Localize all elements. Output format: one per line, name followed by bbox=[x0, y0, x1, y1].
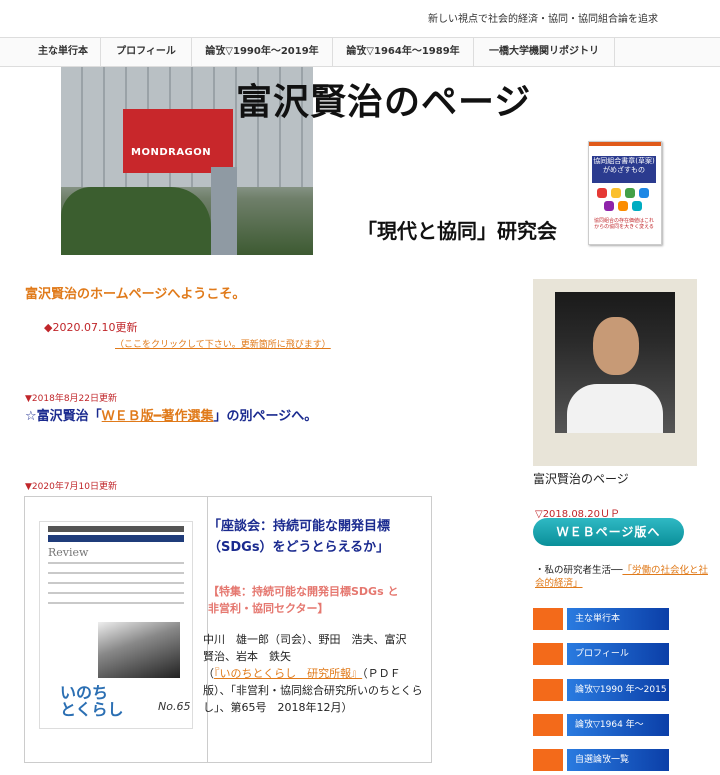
update-jump-link[interactable]: （ここをクリックして下さい。更新箇所に飛びます） bbox=[115, 337, 331, 350]
collected-works-suffix: 」の別ページへ。 bbox=[213, 409, 318, 424]
article-feature: 【特集：持続可能な開発目標SDGs と非営利・協同セクター】 bbox=[208, 585, 399, 615]
sidebar-link-profile[interactable]: プロフィール bbox=[533, 643, 669, 665]
author-caption: 富沢賢治のページ bbox=[533, 472, 629, 486]
book-cover-caption: 協同組合の存在価値はこれからの協同を大きく変える bbox=[592, 218, 656, 236]
collected-works-prefix: ☆富沢賢治「 bbox=[25, 409, 102, 424]
nav-profile[interactable]: プロフィール bbox=[101, 38, 192, 66]
top-nav: 主な単行本 プロフィール 論攷▽1990年～2019年 論攷▽1964年～198… bbox=[0, 37, 720, 67]
magazine-cover-photo bbox=[98, 622, 180, 678]
nav-repository[interactable]: 一橋大学機関リポジトリ bbox=[474, 38, 615, 66]
article-authors: 中川 雄一郎（司会）、野田 浩夫、富沢 賢治、岩本 鉄矢 bbox=[203, 633, 418, 663]
update-date: ◆2020.07.10更新 bbox=[44, 321, 138, 334]
site-title: 富沢賢治のページ bbox=[236, 82, 532, 123]
welcome-heading: 富沢賢治のホームページへようこそ。 bbox=[25, 287, 246, 302]
sidebar-note: ・私の研究者生活──「労働の社会化と社会的経済」 bbox=[535, 565, 708, 589]
magazine-cover-image[interactable]: Review いのち とくらし No.65 bbox=[39, 521, 193, 729]
nav-books[interactable]: 主な単行本 bbox=[26, 38, 101, 66]
book-cover-image: 協同組合書章(草案)がめざすもの 協同組合の存在価値はこれからの協同を大きく変え… bbox=[588, 141, 662, 245]
article-open-paren: （ bbox=[203, 667, 214, 680]
article-box: Review いのち とくらし No.65 「座談会：持続可能な開発目標 （SDGs… bbox=[24, 496, 432, 763]
header-banner: MONDRAGON 富沢賢治のページ 「現代と協同」研究会 協同組合書章(草案)… bbox=[61, 67, 684, 255]
site-tagline: 新しい視点で社会的経済・協同・協同組合論を追求 bbox=[428, 14, 658, 25]
magazine-issue-number: No.65 bbox=[158, 700, 191, 713]
web-version-button[interactable]: ＷＥＢページ版へ bbox=[533, 518, 684, 546]
nav-papers-1990[interactable]: 論攷▽1990年～2019年 bbox=[192, 38, 333, 66]
sidebar-link-books[interactable]: 主な単行本 bbox=[533, 608, 669, 630]
article-body: 中川 雄一郎（司会）、野田 浩夫、富沢 賢治、岩本 鉄矢 （『いのちとくらし 研… bbox=[203, 631, 425, 716]
article-title: 「座談会：持続可能な開発目標 （SDGs）をどうとらえるか」 bbox=[208, 519, 391, 555]
update-date-2018: ▼2018年8月22日更新 bbox=[25, 394, 118, 404]
photo-sign-text: MONDRAGON bbox=[131, 147, 212, 158]
nav-papers-1964[interactable]: 論攷▽1964年～1989年 bbox=[333, 38, 474, 66]
article-report-link[interactable]: 『いのちとくらし 研究所報』 bbox=[214, 667, 362, 680]
author-photo bbox=[533, 279, 697, 466]
magazine-title: いのち とくらし bbox=[60, 683, 124, 719]
collected-works-link[interactable]: ＷＥＢ版━著作選集 bbox=[102, 409, 214, 424]
book-cover-title: 協同組合書章(草案)がめざすもの bbox=[592, 156, 656, 183]
collected-works-line: ☆富沢賢治「ＷＥＢ版━著作選集」の別ページへ。 bbox=[25, 405, 317, 424]
sidebar-link-selected[interactable]: 自選論攷一覧 bbox=[533, 749, 669, 771]
magazine-review-label: Review bbox=[48, 546, 89, 559]
site-subtitle: 「現代と協同」研究会 bbox=[357, 219, 557, 243]
sidebar-link-papers-1990[interactable]: 論攷▽1990 年～2015 年 bbox=[533, 679, 669, 717]
sidebar-link-papers-1964[interactable]: 論攷▽1964 年～ 1989 年 bbox=[533, 714, 669, 752]
update-date-2020: ▼2020年7月10日更新 bbox=[25, 482, 118, 492]
